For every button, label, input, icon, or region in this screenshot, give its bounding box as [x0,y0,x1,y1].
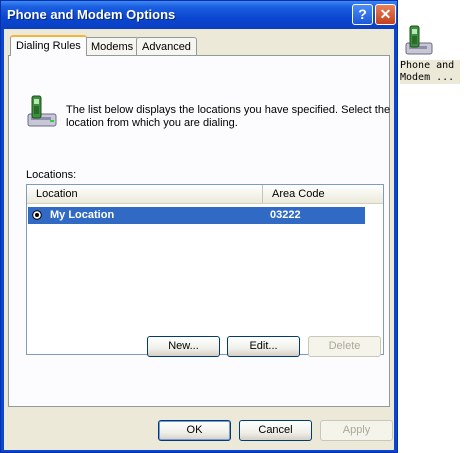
tab-label: Modems [91,41,134,53]
description-text: The list below displays the locations yo… [66,104,391,129]
help-button[interactable]: ? [352,4,373,25]
tab-label: Dialing Rules [16,40,81,52]
dialing-rules-panel: The list below displays the locations yo… [8,55,390,407]
edit-button[interactable]: Edit... [227,336,300,357]
desktop-phone-modem-icon[interactable] [404,25,436,57]
phone-modem-options-window: Phone and Modem Options ? ✕ Dialing Rule… [0,0,398,453]
ok-button[interactable]: OK [158,420,231,441]
list-header: Location Area Code [27,185,383,204]
tab-dialing-rules[interactable]: Dialing Rules [10,35,87,56]
tab-advanced[interactable]: Advanced [136,37,197,55]
list-item[interactable]: My Location 03222 [28,207,365,224]
radio-selected-icon [32,210,42,220]
locations-label: Locations: [26,169,77,181]
new-button[interactable]: New... [147,336,220,357]
dialog-client-area: Dialing Rules Modems Advanced The list b… [4,29,394,450]
location-cell: My Location [50,209,115,221]
close-icon: ✕ [379,6,392,22]
column-header-area-code[interactable]: Area Code [263,185,365,203]
help-icon: ? [358,6,367,22]
title-bar[interactable]: Phone and Modem Options ? ✕ [1,1,397,29]
tab-modems[interactable]: Modems [85,37,140,55]
area-code-cell: 03222 [270,209,301,221]
desktop-icon-label[interactable]: Phone and Modem ... [400,60,460,84]
desktop-label-line1: Phone and [400,60,455,71]
phone-modem-icon [27,95,57,127]
locations-list[interactable]: Location Area Code My Location 03222 [26,184,384,355]
header-filler [365,185,383,203]
close-button[interactable]: ✕ [375,4,396,25]
cancel-button[interactable]: Cancel [239,420,312,441]
column-header-location[interactable]: Location [27,185,263,203]
desktop-label-line2: Modem ... [400,72,455,83]
delete-button[interactable]: Delete [308,336,381,357]
window-title: Phone and Modem Options [7,7,176,22]
tab-label: Advanced [142,41,191,53]
apply-button[interactable]: Apply [320,420,393,441]
